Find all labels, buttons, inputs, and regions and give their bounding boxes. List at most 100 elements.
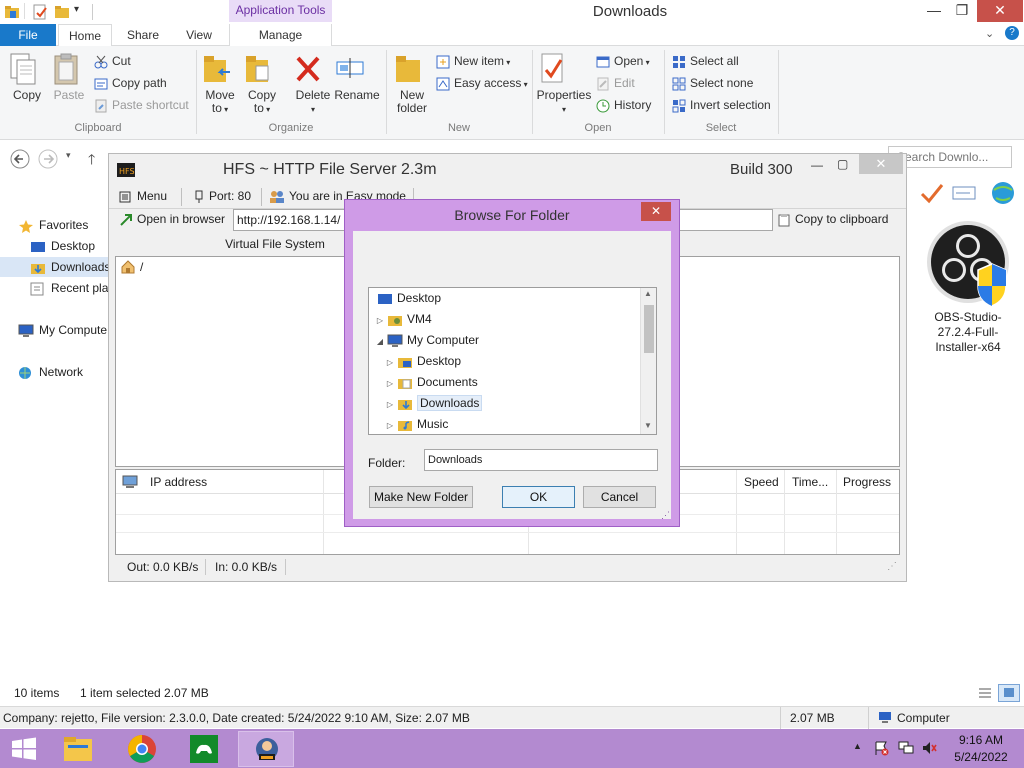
- col-time[interactable]: Time...: [792, 475, 828, 489]
- expand-arrow-icon[interactable]: ▷: [385, 415, 395, 434]
- taskbar-chrome[interactable]: [114, 731, 170, 767]
- tab-home[interactable]: Home: [58, 24, 112, 47]
- hfs-minimize-button[interactable]: —: [811, 158, 823, 172]
- copy-to-clipboard-button[interactable]: Copy to clipboard: [777, 209, 888, 231]
- properties-button[interactable]: Properties ▾: [536, 52, 592, 116]
- hfs-maximize-button[interactable]: ▢: [837, 157, 848, 171]
- tree-item-vm4-label: VM4: [407, 312, 432, 326]
- scroll-down-icon[interactable]: ▼: [644, 421, 652, 430]
- tree-item-music[interactable]: ▷ Music: [369, 414, 640, 434]
- clock-time[interactable]: 9:16 AM: [952, 733, 1010, 747]
- properties-check-icon[interactable]: [920, 184, 944, 204]
- tab-view[interactable]: View: [174, 24, 224, 46]
- up-icon[interactable]: 🡑: [88, 149, 95, 173]
- obs-installer-icon[interactable]: [924, 220, 1014, 308]
- properties-quick-icon[interactable]: [32, 4, 48, 20]
- select-all-button[interactable]: Select all: [672, 52, 739, 72]
- tree-item-vm4[interactable]: ▷ VM4: [369, 309, 640, 330]
- tree-item-desktop-folder[interactable]: ▷ Desktop: [369, 351, 640, 372]
- ribbon-collapse-icon[interactable]: ⌄: [985, 27, 994, 40]
- tree-item-desktop[interactable]: Desktop: [369, 288, 640, 309]
- desktop-folder-icon: [397, 355, 413, 369]
- action-center-flag-icon[interactable]: [873, 740, 889, 756]
- col-speed[interactable]: Speed: [744, 475, 779, 489]
- paste-button[interactable]: Paste: [50, 52, 88, 102]
- open-button[interactable]: Open ▾: [596, 52, 650, 72]
- nav-my-computer[interactable]: My Compute: [18, 320, 107, 340]
- nav-recent-places[interactable]: Recent plac: [30, 278, 114, 298]
- tab-file[interactable]: File: [0, 24, 56, 46]
- nav-downloads[interactable]: Downloads: [0, 257, 110, 277]
- edit-button[interactable]: Edit: [596, 74, 635, 94]
- network-tray-icon[interactable]: [898, 740, 914, 756]
- new-item-button[interactable]: New item ▾: [436, 52, 510, 72]
- taskbar-file-explorer[interactable]: [50, 731, 106, 767]
- new-group-label: New: [447, 122, 470, 134]
- rename-button[interactable]: Rename: [334, 52, 380, 102]
- recent-locations-dropdown-icon[interactable]: ▾: [66, 150, 71, 161]
- show-hidden-icons-icon[interactable]: ▲: [853, 741, 862, 751]
- close-button[interactable]: ✕: [977, 0, 1023, 22]
- hfs-close-button[interactable]: ✕: [859, 154, 903, 174]
- new-folder-button[interactable]: New folder: [392, 52, 432, 115]
- cut-button[interactable]: Cut: [94, 52, 131, 72]
- expand-arrow-icon[interactable]: ▷: [385, 352, 395, 373]
- folder-input[interactable]: Downloads: [424, 449, 658, 471]
- details-view-icon[interactable]: [976, 684, 994, 702]
- tree-item-downloads[interactable]: ▷ Downloads: [369, 393, 640, 414]
- tab-share[interactable]: Share: [118, 24, 168, 46]
- expand-arrow-icon[interactable]: ▷: [385, 373, 395, 394]
- delete-button[interactable]: Delete ▾: [292, 52, 334, 116]
- back-icon[interactable]: [10, 149, 30, 169]
- invert-selection-button[interactable]: Invert selection: [672, 96, 771, 116]
- nav-network[interactable]: Network: [18, 362, 83, 382]
- help-icon[interactable]: ?: [1005, 26, 1019, 40]
- easy-access-button[interactable]: Easy access ▾: [436, 74, 528, 94]
- quick-access-dropdown-icon[interactable]: ▾: [74, 4, 79, 15]
- globe-icon[interactable]: [990, 180, 1016, 206]
- tree-item-my-computer[interactable]: ◢ My Computer: [369, 330, 640, 351]
- taskbar-games-app[interactable]: [176, 731, 232, 767]
- col-ip-address[interactable]: IP address: [150, 475, 207, 489]
- select-none-button[interactable]: Select none: [672, 74, 753, 94]
- expand-arrow-icon[interactable]: ▷: [375, 310, 385, 331]
- copy-button[interactable]: Copy: [6, 52, 48, 102]
- new-folder-quick-icon[interactable]: [54, 4, 70, 20]
- maximize-button[interactable]: ❐: [945, 0, 979, 22]
- hfs-menu-button[interactable]: Menu: [119, 186, 167, 208]
- large-icons-view-icon[interactable]: [998, 684, 1020, 702]
- forward-icon[interactable]: [38, 149, 58, 169]
- dialog-close-button[interactable]: ✕: [641, 202, 671, 221]
- expand-arrow-icon[interactable]: ▷: [385, 394, 395, 415]
- tree-item-my-computer-label: My Computer: [407, 333, 480, 347]
- paste-shortcut-button[interactable]: Paste shortcut: [94, 96, 189, 116]
- cancel-button[interactable]: Cancel: [583, 486, 656, 508]
- dialog-resize-grip[interactable]: ⋰: [661, 510, 670, 521]
- scroll-up-icon[interactable]: ▲: [644, 289, 652, 298]
- hfs-resize-grip[interactable]: ⋰: [887, 557, 897, 577]
- paste-icon: [50, 52, 88, 86]
- tree-scrollbar[interactable]: ▲ ▼: [640, 288, 656, 434]
- copy-to-button[interactable]: Copy to ▾: [242, 52, 282, 116]
- col-progress[interactable]: Progress: [843, 475, 891, 489]
- nav-favorites[interactable]: Favorites: [18, 215, 88, 235]
- taskbar-hfs-app[interactable]: [238, 731, 294, 767]
- volume-muted-icon[interactable]: [921, 740, 937, 756]
- clock-date[interactable]: 5/24/2022: [948, 750, 1014, 764]
- vfs-root[interactable]: /: [140, 260, 143, 274]
- hfs-port-button[interactable]: Port: 80: [193, 186, 251, 208]
- rename-small-icon[interactable]: [952, 184, 976, 202]
- copy-path-button[interactable]: Copy path: [94, 74, 167, 94]
- ok-button[interactable]: OK: [502, 486, 575, 508]
- tree-item-documents[interactable]: ▷ Documents: [369, 372, 640, 393]
- collapse-arrow-icon[interactable]: ◢: [375, 331, 385, 352]
- history-button[interactable]: History: [596, 96, 651, 116]
- move-to-button[interactable]: Move to ▾: [200, 52, 240, 116]
- nav-desktop[interactable]: Desktop: [30, 236, 95, 256]
- open-in-browser-button[interactable]: Open in browser: [119, 209, 225, 231]
- start-button[interactable]: [0, 729, 48, 768]
- tab-manage[interactable]: Manage: [229, 24, 332, 46]
- make-new-folder-button[interactable]: Make New Folder: [369, 486, 473, 508]
- scroll-thumb[interactable]: [644, 305, 654, 353]
- folder-tree[interactable]: Desktop ▷ VM4 ◢ My Computer ▷ Desktop ▷ Docu…: [368, 287, 657, 435]
